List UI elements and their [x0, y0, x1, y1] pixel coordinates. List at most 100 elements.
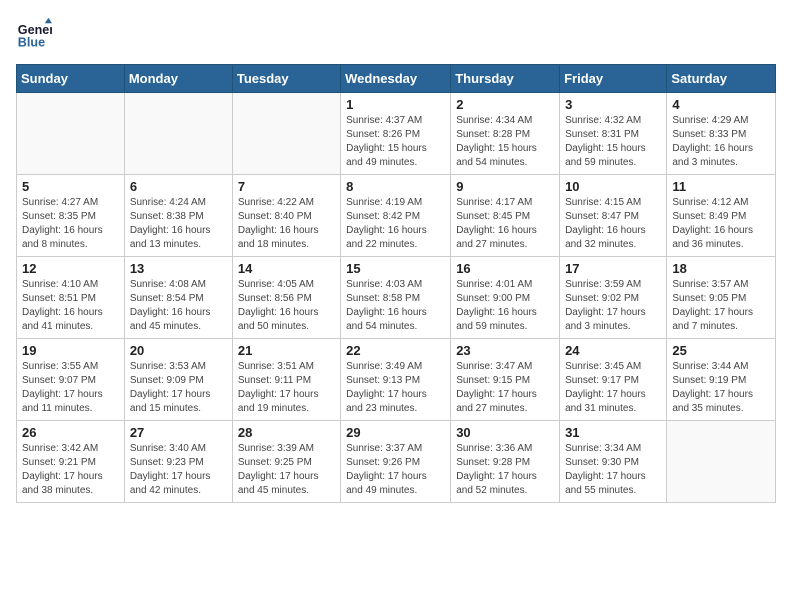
calendar-cell: 17 Sunrise: 3:59 AMSunset: 9:02 PMDayligh… — [560, 257, 667, 339]
day-info: Sunrise: 4:37 AMSunset: 8:26 PMDaylight:… — [346, 114, 445, 170]
logo: General Blue — [16, 16, 52, 52]
day-number: 24 — [565, 343, 661, 358]
day-info: Sunrise: 3:45 AMSunset: 9:17 PMDaylight:… — [565, 360, 661, 416]
calendar-cell: 3 Sunrise: 4:32 AMSunset: 8:31 PMDaylight… — [560, 93, 667, 175]
day-number: 11 — [672, 179, 770, 194]
day-number: 26 — [22, 425, 119, 440]
calendar-cell: 28 Sunrise: 3:39 AMSunset: 9:25 PMDayligh… — [232, 421, 340, 503]
day-number: 13 — [130, 261, 227, 276]
day-number: 19 — [22, 343, 119, 358]
day-number: 29 — [346, 425, 445, 440]
day-info: Sunrise: 4:15 AMSunset: 8:47 PMDaylight:… — [565, 196, 661, 252]
day-info: Sunrise: 4:34 AMSunset: 8:28 PMDaylight:… — [456, 114, 554, 170]
weekday-header-tuesday: Tuesday — [232, 65, 340, 93]
calendar-cell: 7 Sunrise: 4:22 AMSunset: 8:40 PMDaylight… — [232, 175, 340, 257]
calendar-cell: 4 Sunrise: 4:29 AMSunset: 8:33 PMDaylight… — [667, 93, 776, 175]
calendar-cell — [667, 421, 776, 503]
weekday-header-thursday: Thursday — [451, 65, 560, 93]
weekday-header-wednesday: Wednesday — [341, 65, 451, 93]
day-info: Sunrise: 3:59 AMSunset: 9:02 PMDaylight:… — [565, 278, 661, 334]
calendar-cell — [232, 93, 340, 175]
day-info: Sunrise: 4:10 AMSunset: 8:51 PMDaylight:… — [22, 278, 119, 334]
day-info: Sunrise: 3:37 AMSunset: 9:26 PMDaylight:… — [346, 442, 445, 498]
day-info: Sunrise: 4:24 AMSunset: 8:38 PMDaylight:… — [130, 196, 227, 252]
calendar-cell: 27 Sunrise: 3:40 AMSunset: 9:23 PMDayligh… — [124, 421, 232, 503]
calendar-cell: 6Sunrise: 4:24 AMSunset: 8:38 PMDaylight… — [124, 175, 232, 257]
day-number: 18 — [672, 261, 770, 276]
calendar-week-row: 26 Sunrise: 3:42 AMSunset: 9:21 PMDayligh… — [17, 421, 776, 503]
day-info: Sunrise: 3:39 AMSunset: 9:25 PMDaylight:… — [238, 442, 335, 498]
day-number: 15 — [346, 261, 445, 276]
day-info: Sunrise: 4:22 AMSunset: 8:40 PMDaylight:… — [238, 196, 335, 252]
day-number: 2 — [456, 97, 554, 112]
day-number: 22 — [346, 343, 445, 358]
day-number: 31 — [565, 425, 661, 440]
calendar-cell: 24 Sunrise: 3:45 AMSunset: 9:17 PMDayligh… — [560, 339, 667, 421]
calendar-cell: 8Sunrise: 4:19 AMSunset: 8:42 PMDaylight… — [341, 175, 451, 257]
day-info: Sunrise: 3:44 AMSunset: 9:19 PMDaylight:… — [672, 360, 770, 416]
day-info: Sunrise: 4:32 AMSunset: 8:31 PMDaylight:… — [565, 114, 661, 170]
calendar-cell: 2 Sunrise: 4:34 AMSunset: 8:28 PMDaylight… — [451, 93, 560, 175]
calendar-cell: 18 Sunrise: 3:57 AMSunset: 9:05 PMDayligh… — [667, 257, 776, 339]
logo-icon: General Blue — [16, 16, 52, 52]
calendar-week-row: 12 Sunrise: 4:10 AMSunset: 8:51 PMDayligh… — [17, 257, 776, 339]
calendar-cell: 10 Sunrise: 4:15 AMSunset: 8:47 PMDayligh… — [560, 175, 667, 257]
day-number: 28 — [238, 425, 335, 440]
day-info: Sunrise: 4:12 AMSunset: 8:49 PMDaylight:… — [672, 196, 770, 252]
day-number: 9 — [456, 179, 554, 194]
day-info: Sunrise: 3:47 AMSunset: 9:15 PMDaylight:… — [456, 360, 554, 416]
calendar-cell: 12 Sunrise: 4:10 AMSunset: 8:51 PMDayligh… — [17, 257, 125, 339]
day-info: Sunrise: 3:42 AMSunset: 9:21 PMDaylight:… — [22, 442, 119, 498]
calendar-cell: 29 Sunrise: 3:37 AMSunset: 9:26 PMDayligh… — [341, 421, 451, 503]
calendar-cell: 22 Sunrise: 3:49 AMSunset: 9:13 PMDayligh… — [341, 339, 451, 421]
page-header: General Blue — [16, 16, 776, 52]
calendar-cell: 31 Sunrise: 3:34 AMSunset: 9:30 PMDayligh… — [560, 421, 667, 503]
calendar-week-row: 5 Sunrise: 4:27 AMSunset: 8:35 PMDaylight… — [17, 175, 776, 257]
day-info: Sunrise: 3:34 AMSunset: 9:30 PMDaylight:… — [565, 442, 661, 498]
day-number: 25 — [672, 343, 770, 358]
day-info: Sunrise: 4:29 AMSunset: 8:33 PMDaylight:… — [672, 114, 770, 170]
weekday-header-saturday: Saturday — [667, 65, 776, 93]
calendar-cell: 30 Sunrise: 3:36 AMSunset: 9:28 PMDayligh… — [451, 421, 560, 503]
day-info: Sunrise: 3:51 AMSunset: 9:11 PMDaylight:… — [238, 360, 335, 416]
day-info: Sunrise: 4:03 AMSunset: 8:58 PMDaylight:… — [346, 278, 445, 334]
weekday-header-sunday: Sunday — [17, 65, 125, 93]
calendar-cell: 5 Sunrise: 4:27 AMSunset: 8:35 PMDaylight… — [17, 175, 125, 257]
calendar-cell: 11 Sunrise: 4:12 AMSunset: 8:49 PMDayligh… — [667, 175, 776, 257]
day-info: Sunrise: 4:01 AMSunset: 9:00 PMDaylight:… — [456, 278, 554, 334]
day-number: 17 — [565, 261, 661, 276]
day-info: Sunrise: 3:53 AMSunset: 9:09 PMDaylight:… — [130, 360, 227, 416]
calendar-cell: 20 Sunrise: 3:53 AMSunset: 9:09 PMDayligh… — [124, 339, 232, 421]
calendar-cell: 26 Sunrise: 3:42 AMSunset: 9:21 PMDayligh… — [17, 421, 125, 503]
day-number: 21 — [238, 343, 335, 358]
calendar-cell — [124, 93, 232, 175]
day-number: 30 — [456, 425, 554, 440]
calendar-cell — [17, 93, 125, 175]
day-number: 8 — [346, 179, 445, 194]
weekday-header-friday: Friday — [560, 65, 667, 93]
day-number: 16 — [456, 261, 554, 276]
day-info: Sunrise: 4:05 AMSunset: 8:56 PMDaylight:… — [238, 278, 335, 334]
day-number: 12 — [22, 261, 119, 276]
calendar-cell: 9 Sunrise: 4:17 AMSunset: 8:45 PMDaylight… — [451, 175, 560, 257]
day-number: 4 — [672, 97, 770, 112]
day-number: 3 — [565, 97, 661, 112]
day-info: Sunrise: 4:27 AMSunset: 8:35 PMDaylight:… — [22, 196, 119, 252]
day-info: Sunrise: 3:49 AMSunset: 9:13 PMDaylight:… — [346, 360, 445, 416]
weekday-header-monday: Monday — [124, 65, 232, 93]
day-number: 7 — [238, 179, 335, 194]
calendar-cell: 23Sunrise: 3:47 AMSunset: 9:15 PMDayligh… — [451, 339, 560, 421]
day-info: Sunrise: 3:57 AMSunset: 9:05 PMDaylight:… — [672, 278, 770, 334]
day-info: Sunrise: 4:08 AMSunset: 8:54 PMDaylight:… — [130, 278, 227, 334]
calendar-cell: 1Sunrise: 4:37 AMSunset: 8:26 PMDaylight… — [341, 93, 451, 175]
day-info: Sunrise: 3:40 AMSunset: 9:23 PMDaylight:… — [130, 442, 227, 498]
day-info: Sunrise: 4:17 AMSunset: 8:45 PMDaylight:… — [456, 196, 554, 252]
day-number: 20 — [130, 343, 227, 358]
day-number: 27 — [130, 425, 227, 440]
svg-text:Blue: Blue — [18, 36, 45, 50]
day-number: 5 — [22, 179, 119, 194]
day-info: Sunrise: 3:36 AMSunset: 9:28 PMDaylight:… — [456, 442, 554, 498]
day-info: Sunrise: 3:55 AMSunset: 9:07 PMDaylight:… — [22, 360, 119, 416]
calendar-cell: 14Sunrise: 4:05 AMSunset: 8:56 PMDayligh… — [232, 257, 340, 339]
day-number: 10 — [565, 179, 661, 194]
